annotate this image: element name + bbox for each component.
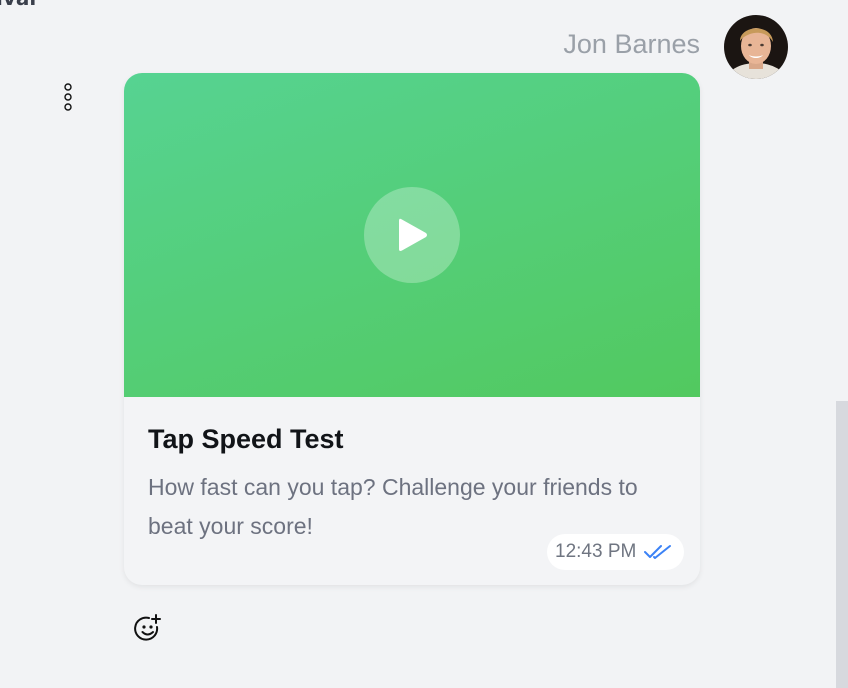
game-message-card[interactable]: Tap Speed Test How fast can you tap? Cha… (124, 73, 700, 585)
message-meta: 12:43 PM (547, 534, 685, 570)
add-reaction-button[interactable] (132, 613, 164, 645)
message-time: 12:43 PM (555, 541, 637, 562)
play-icon (399, 218, 427, 251)
sender-name: Jon Barnes (563, 29, 700, 59)
play-button[interactable] (364, 187, 460, 283)
more-vertical-icon (64, 83, 72, 111)
add-reaction-icon (134, 614, 161, 641)
double-check-icon (644, 545, 672, 559)
avatar[interactable] (724, 15, 788, 79)
card-title: Tap Speed Test (148, 424, 344, 454)
clipped-header-text: ival (0, 0, 36, 8)
scrollbar[interactable] (836, 401, 848, 688)
game-preview-media[interactable] (124, 73, 700, 397)
more-options-button[interactable] (60, 80, 76, 114)
